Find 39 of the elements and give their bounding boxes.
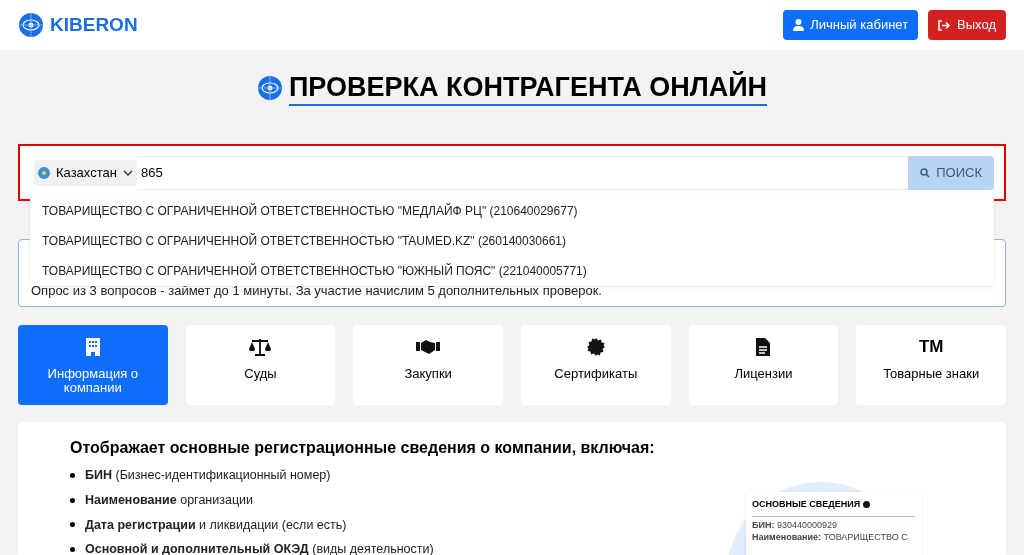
bullet-icon <box>70 472 75 478</box>
search-field[interactable]: 865 <box>136 155 909 190</box>
section-heading: Отображает основные регистрационные сведения о компании, включая: <box>70 438 656 458</box>
document-icon <box>756 338 771 356</box>
list-item-text: Основной и дополнительный ОКЭД (виды деятельности) <box>85 541 434 555</box>
category-tab[interactable]: Суды <box>185 325 336 405</box>
user-icon <box>793 19 805 31</box>
preview-line: Наименование: ТОВАРИЩЕСТВО С <box>752 531 909 543</box>
category-tab[interactable]: TM Товарные знаки <box>856 325 1006 405</box>
list-item-text: Наименование организации <box>85 491 254 509</box>
trademark-icon: TM <box>918 340 944 354</box>
category-tab[interactable]: Лицензии <box>688 325 839 405</box>
logout-button[interactable]: Выход <box>928 10 1006 40</box>
logo-text: KIBERON <box>50 12 138 37</box>
country-select[interactable]: Казахстан <box>34 159 137 186</box>
preview-title: ОСНОВНЫЕ СВЕДЕНИЯ <box>752 498 861 511</box>
chevron-down-icon <box>122 169 133 176</box>
bullet-icon <box>70 522 75 528</box>
search-icon <box>920 167 931 178</box>
category-tab[interactable]: Сертификаты <box>521 325 671 405</box>
info-icon <box>863 501 871 509</box>
bullet-icon <box>70 547 75 553</box>
list-item-text: Дата регистрации и ликвидации (если есть) <box>85 516 347 534</box>
handshake-icon <box>416 339 441 355</box>
search-box[interactable]: Казахстан 865 ПОИСК <box>18 144 1006 201</box>
list-item-text: БИН (Бизнес-идентификационный номер) <box>85 467 331 484</box>
account-button[interactable]: Личный кабинет <box>783 10 919 40</box>
category-tab[interactable]: Информация о компании <box>18 325 168 405</box>
search-button[interactable]: ПОИСК <box>908 155 994 190</box>
suggestion-item[interactable]: ТОВАРИЩЕСТВО С ОГРАНИЧЕННОЙ ОТВЕТСТВЕННОСТЬЮ "TAUMED.KZ" (260140030661) <box>30 226 994 256</box>
bullet-icon <box>70 497 75 503</box>
preview-line: БИН: 930440000929 <box>752 519 838 531</box>
page-title: ПРОВЕРКА КОНТРАГЕНТА ОНЛАЙН <box>288 70 768 106</box>
building-icon <box>85 338 100 356</box>
category-tab[interactable]: Закупки <box>353 325 503 405</box>
badge-icon <box>586 338 605 356</box>
flag-icon <box>38 166 50 179</box>
scales-icon <box>249 338 272 356</box>
logout-icon <box>938 19 952 31</box>
